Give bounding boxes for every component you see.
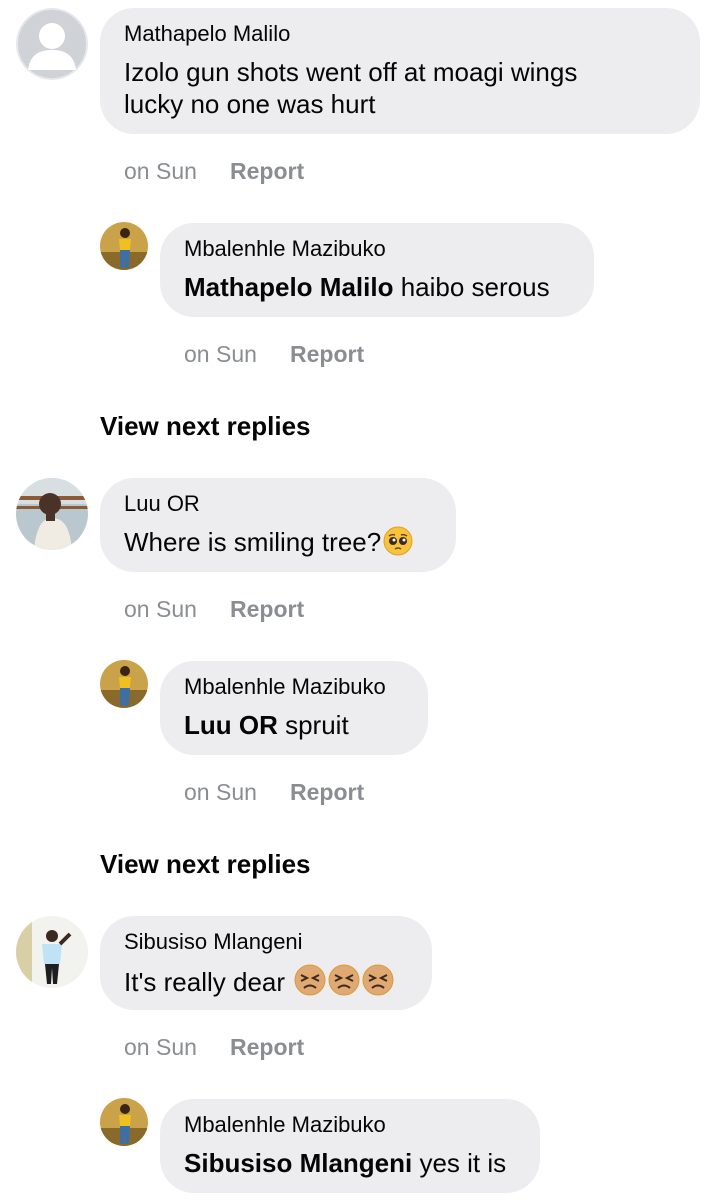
user-avatar[interactable] xyxy=(100,222,148,270)
reply-text: Sibusiso Mlangeni yes it is xyxy=(184,1147,506,1179)
comment-timestamp[interactable]: on Sun xyxy=(124,595,197,623)
user-avatar[interactable] xyxy=(100,1098,148,1146)
reply-body: haibo serous xyxy=(393,272,550,302)
user-avatar[interactable] xyxy=(16,916,88,988)
comment-author[interactable]: Mathapelo Malilo xyxy=(124,21,290,47)
comment-timestamp[interactable]: on Sun xyxy=(124,1033,197,1061)
view-next-replies-button[interactable]: View next replies xyxy=(100,848,311,880)
user-avatar[interactable] xyxy=(16,478,88,550)
reply-author[interactable]: Mbalenhle Mazibuko xyxy=(184,236,386,262)
reply-body: yes it is xyxy=(412,1148,507,1178)
mention-tag[interactable]: Sibusiso Mlangeni xyxy=(184,1148,412,1178)
report-link[interactable]: Report xyxy=(230,157,304,185)
reply-author[interactable]: Mbalenhle Mazibuko xyxy=(184,1112,386,1138)
comment-text: Where is smiling tree? xyxy=(124,526,413,563)
reply-timestamp[interactable]: on Sun xyxy=(184,340,257,368)
comment-timestamp[interactable]: on Sun xyxy=(124,157,197,185)
mention-tag[interactable]: Mathapelo Malilo xyxy=(184,272,393,302)
reply-text: Mathapelo Malilo haibo serous xyxy=(184,271,550,303)
reply-author[interactable]: Mbalenhle Mazibuko xyxy=(184,674,386,700)
user-avatar[interactable] xyxy=(100,660,148,708)
tired-face-emoji xyxy=(328,964,360,1003)
comment-body: Where is smiling tree? xyxy=(124,527,382,557)
reply-text: Luu OR spruit xyxy=(184,709,349,741)
comment-text: It's really dear xyxy=(124,964,394,1003)
comment-text-line-2: lucky no one was hurt xyxy=(124,89,376,119)
reply-body: spruit xyxy=(277,710,349,740)
report-link[interactable]: Report xyxy=(230,1033,304,1061)
comment-author[interactable]: Luu OR xyxy=(124,491,200,517)
tired-face-emoji xyxy=(362,964,394,1003)
report-link[interactable]: Report xyxy=(230,595,304,623)
tired-face-emoji xyxy=(294,964,326,1003)
comment-author[interactable]: Sibusiso Mlangeni xyxy=(124,929,303,955)
comment-text-line-1: Izolo gun shots went off at moagi wings xyxy=(124,57,578,87)
pleading-face-emoji xyxy=(383,526,413,563)
report-link[interactable]: Report xyxy=(290,340,364,368)
view-next-replies-button[interactable]: View next replies xyxy=(100,410,311,442)
reply-timestamp[interactable]: on Sun xyxy=(184,778,257,806)
mention-tag[interactable]: Luu OR xyxy=(184,710,278,740)
comment-body: It's really dear xyxy=(124,967,293,997)
default-avatar-icon[interactable] xyxy=(16,8,88,80)
report-link[interactable]: Report xyxy=(290,778,364,806)
